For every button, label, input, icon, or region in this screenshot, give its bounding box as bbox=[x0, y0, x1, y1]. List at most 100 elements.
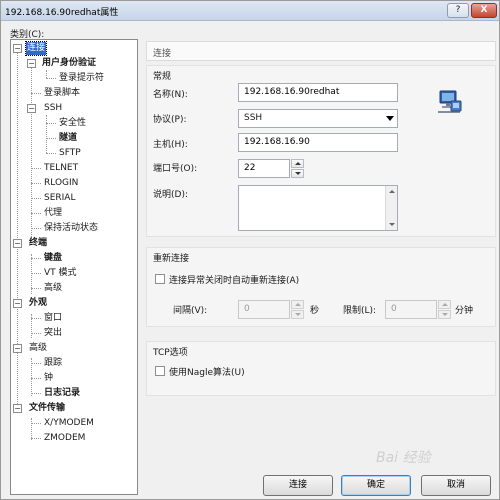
spin-up-icon[interactable] bbox=[438, 300, 451, 309]
collapse-toggle-icon[interactable]: − bbox=[13, 344, 22, 353]
auto-reconnect-checkbox[interactable] bbox=[155, 274, 165, 284]
tree-connector bbox=[46, 123, 56, 124]
nagle-label[interactable]: 使用Nagle算法(U) bbox=[169, 365, 245, 378]
tree-item-highlight[interactable]: 突出 bbox=[43, 327, 63, 340]
tree-connector bbox=[31, 228, 41, 229]
spin-down-icon[interactable] bbox=[291, 310, 304, 319]
spin-down-icon[interactable] bbox=[291, 169, 304, 178]
tree-connector bbox=[31, 333, 41, 334]
tree-item-bell[interactable]: 钟 bbox=[43, 372, 54, 385]
limit-spinner[interactable] bbox=[438, 300, 451, 319]
tree-item-logging[interactable]: 日志记录 bbox=[43, 387, 81, 400]
tree-item-zmodem[interactable]: ZMODEM bbox=[43, 432, 86, 445]
collapse-toggle-icon[interactable]: − bbox=[13, 44, 22, 53]
tree-item-xymodem[interactable]: X/YMODEM bbox=[43, 417, 95, 430]
collapse-toggle-icon[interactable]: − bbox=[13, 404, 22, 413]
title-bar: 192.168.16.90redhat属性 ? X bbox=[1, 1, 499, 21]
tree-connector bbox=[31, 258, 41, 259]
interval-spinner[interactable] bbox=[291, 300, 304, 319]
tree-connector bbox=[31, 363, 41, 364]
tree-item-file-transfer[interactable]: 文件传输 bbox=[28, 402, 66, 415]
tree-item-serial[interactable]: SERIAL bbox=[43, 192, 76, 205]
tree-item-login-prompt[interactable]: 登录提示符 bbox=[58, 72, 105, 85]
tree-item-keepalive[interactable]: 保持活动状态 bbox=[43, 222, 99, 235]
tree-item-security[interactable]: 安全性 bbox=[58, 117, 87, 130]
tree-item-connect[interactable]: 连接 bbox=[24, 41, 48, 56]
help-button[interactable]: ? bbox=[447, 3, 469, 18]
tree-item-login-script[interactable]: 登录脚本 bbox=[43, 87, 81, 100]
tree-item-terminal[interactable]: 终端 bbox=[28, 237, 48, 250]
tree-connector bbox=[31, 288, 41, 289]
interval-input[interactable]: 0 bbox=[238, 300, 290, 319]
page-header: 连接 bbox=[146, 41, 496, 61]
protocol-label: 协议(P): bbox=[153, 115, 187, 125]
tree-item-user-auth[interactable]: 用户身份验证 bbox=[41, 57, 97, 70]
window-title: 192.168.16.90redhat属性 bbox=[5, 8, 119, 18]
limit-label: 限制(L): bbox=[343, 306, 377, 316]
scroll-down-icon[interactable] bbox=[389, 223, 395, 226]
reconnect-section-title: 重新连接 bbox=[153, 254, 190, 264]
collapse-toggle-icon[interactable]: − bbox=[27, 59, 36, 68]
general-section-title: 常规 bbox=[153, 72, 172, 82]
tree-connector bbox=[31, 168, 41, 169]
tree-item-ssh[interactable]: SSH bbox=[43, 102, 63, 115]
collapse-toggle-icon[interactable]: − bbox=[13, 299, 22, 308]
tree-connector bbox=[46, 78, 56, 79]
tree-connector bbox=[31, 393, 41, 394]
tree-connector bbox=[31, 61, 32, 245]
tree-connector bbox=[31, 318, 41, 319]
tree-item-advanced[interactable]: 高级 bbox=[28, 342, 48, 355]
scroll-up-icon[interactable] bbox=[389, 190, 395, 193]
name-label: 名称(N): bbox=[153, 90, 188, 100]
tcp-section: TCP选项 使用Nagle算法(U) bbox=[146, 341, 496, 396]
reconnect-section: 重新连接 连接异常关闭时自动重新连接(A) 间隔(V): 0 秒 限制(L): … bbox=[146, 247, 496, 327]
tree-connector bbox=[31, 423, 41, 424]
tree-item-trace[interactable]: 跟踪 bbox=[43, 357, 63, 370]
tree-item-appearance[interactable]: 外观 bbox=[28, 297, 48, 310]
cancel-button[interactable]: 取消 bbox=[421, 475, 491, 496]
connect-button[interactable]: 连接 bbox=[263, 475, 333, 496]
minutes-unit: 分钟 bbox=[455, 306, 474, 316]
tree-item-window[interactable]: 窗口 bbox=[43, 312, 63, 325]
port-spinner[interactable] bbox=[291, 159, 304, 178]
tree-item-vt-mode[interactable]: VT 模式 bbox=[43, 267, 78, 280]
protocol-select[interactable]: SSH bbox=[238, 109, 398, 128]
protocol-selected-value: SSH bbox=[244, 113, 263, 123]
tree-connector bbox=[31, 418, 32, 440]
nagle-checkbox[interactable] bbox=[155, 366, 165, 376]
tree-item-sftp[interactable]: SFTP bbox=[58, 147, 82, 160]
spin-up-icon[interactable] bbox=[291, 300, 304, 309]
watermark: Bai 经验 bbox=[376, 450, 431, 466]
host-label: 主机(H): bbox=[153, 140, 188, 150]
close-button[interactable]: X bbox=[471, 3, 497, 18]
spin-up-icon[interactable] bbox=[291, 159, 304, 168]
tree-item-telnet[interactable]: TELNET bbox=[43, 162, 79, 175]
auto-reconnect-label[interactable]: 连接异常关闭时自动重新连接(A) bbox=[169, 273, 299, 286]
dropdown-arrow-icon bbox=[386, 116, 394, 121]
tree-item-rlogin[interactable]: RLOGIN bbox=[43, 177, 79, 190]
ok-button[interactable]: 确定 bbox=[341, 475, 411, 496]
collapse-toggle-icon[interactable]: − bbox=[27, 104, 36, 113]
tree-item-keyboard[interactable]: 键盘 bbox=[43, 252, 63, 265]
tree-connector bbox=[46, 70, 47, 78]
collapse-toggle-icon[interactable]: − bbox=[13, 239, 22, 248]
tree-connector bbox=[46, 153, 56, 154]
tree-connector bbox=[31, 198, 41, 199]
name-input[interactable]: 192.168.16.90redhat bbox=[238, 83, 398, 102]
tree-item-terminal-advanced[interactable]: 高级 bbox=[43, 282, 63, 295]
seconds-unit: 秒 bbox=[310, 306, 320, 316]
port-label: 端口号(O): bbox=[153, 164, 198, 174]
port-input[interactable]: 22 bbox=[238, 159, 290, 178]
host-input[interactable]: 192.168.16.90 bbox=[238, 133, 398, 152]
tree-item-tunnel[interactable]: 隧道 bbox=[58, 132, 78, 145]
tree-connector bbox=[46, 138, 56, 139]
tree-item-proxy[interactable]: 代理 bbox=[43, 207, 63, 220]
network-computer-icon bbox=[438, 90, 462, 113]
description-textarea[interactable] bbox=[238, 185, 398, 231]
tree-connector bbox=[31, 213, 41, 214]
spin-down-icon[interactable] bbox=[438, 310, 451, 319]
tree-connector bbox=[31, 273, 41, 274]
description-scrollbar[interactable] bbox=[385, 186, 397, 230]
limit-input[interactable]: 0 bbox=[385, 300, 437, 319]
category-tree[interactable]: − 连接 − 用户身份验证 登录提示符 登录脚本 − SSH 安全性 隧道 SF… bbox=[10, 39, 138, 495]
